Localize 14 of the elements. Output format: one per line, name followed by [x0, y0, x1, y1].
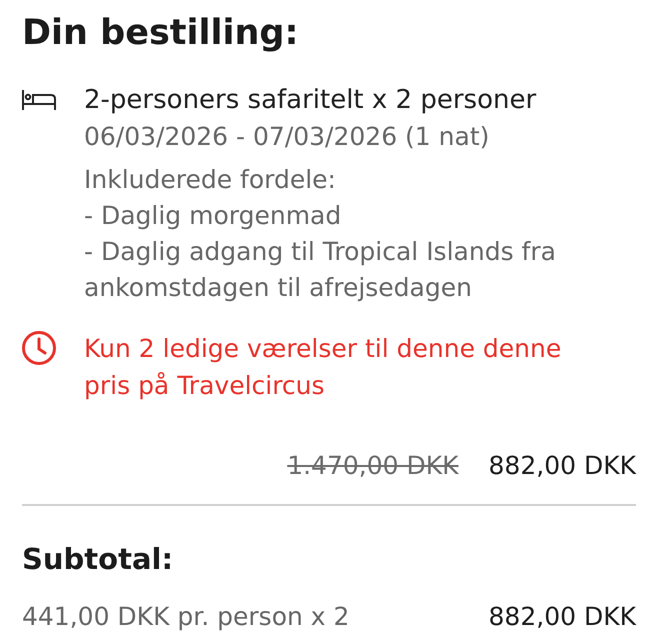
order-heading: Din bestilling:: [22, 12, 298, 55]
room-title: 2-personers safaritelt x 2 personer: [84, 84, 536, 117]
bed-icon: [22, 90, 56, 110]
subtotal-heading: Subtotal:: [22, 541, 174, 578]
clock-icon: [22, 331, 56, 365]
benefits-label: Inkluderede fordele:: [84, 164, 336, 196]
stay-dates: 06/03/2026 - 07/03/2026 (1 nat): [84, 121, 490, 153]
subtotal-amount: 882,00 DKK: [488, 601, 636, 633]
discounted-price: 882,00 DKK: [488, 450, 636, 482]
availability-warning: Kun 2 ledige værelser til denne denne pris på Travelcircus: [84, 333, 562, 402]
per-person-price: 441,00 DKK pr. person x 2: [22, 600, 350, 632]
benefit-item: - Daglig adgang til Tropical Islands fra ankomstdagen til afrejsedagen: [84, 236, 557, 304]
benefit-item: - Daglig morgenmad: [84, 200, 342, 232]
original-price: 1.470,00 DKK: [287, 450, 459, 482]
